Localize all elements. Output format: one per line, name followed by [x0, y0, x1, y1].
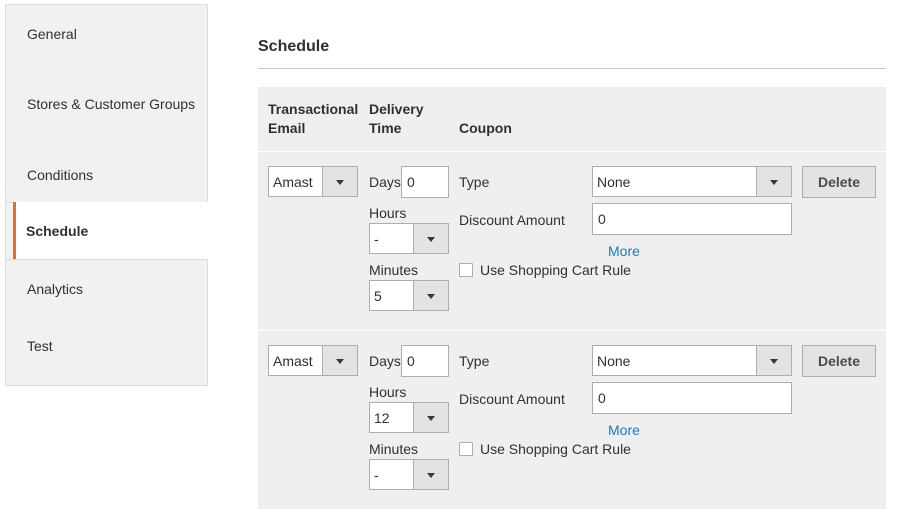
hours-label: Hours [369, 205, 407, 221]
select-value: 5 [374, 287, 382, 304]
table-row: Amast Days 0 Hours 12 Minutes - Type Non… [258, 331, 886, 509]
chevron-down-icon [413, 403, 448, 432]
input-value: 0 [598, 211, 606, 227]
sidebar-item-stores-customer-groups[interactable]: Stores & Customer Groups [6, 62, 207, 146]
sidebar-item-label: Test [27, 337, 53, 354]
sidebar-item-label: Analytics [27, 280, 84, 297]
minutes-label: Minutes [369, 441, 419, 457]
minutes-label: Minutes [369, 262, 419, 278]
chevron-down-icon [322, 346, 357, 375]
discount-amount-input[interactable]: 0 [592, 382, 792, 414]
hours-select[interactable]: - [369, 223, 449, 254]
page-title: Schedule [258, 38, 330, 55]
sidebar-item-label: General [27, 25, 77, 42]
sidebar-item-general[interactable]: General [6, 5, 207, 62]
select-value: Amast [273, 352, 313, 369]
days-label: Days [369, 353, 401, 369]
table-header: Transactional Email Delivery Time Coupon [258, 87, 886, 151]
select-value: None [597, 352, 631, 369]
sidebar-item-conditions[interactable]: Conditions [6, 146, 207, 203]
email-template-select[interactable]: Amast [268, 345, 358, 376]
discount-amount-label: Discount Amount [459, 391, 565, 407]
section-divider [258, 68, 886, 69]
sidebar-item-analytics[interactable]: Analytics [6, 260, 207, 317]
more-link[interactable]: More [608, 243, 640, 259]
chevron-down-icon [756, 346, 791, 375]
days-input[interactable]: 0 [401, 345, 449, 377]
sidebar-item-test[interactable]: Test [6, 317, 207, 374]
table-row: Amast Days 0 Hours - Minutes 5 Type None… [258, 152, 886, 330]
chevron-down-icon [413, 224, 448, 253]
email-template-select[interactable]: Amast [268, 166, 358, 197]
sidebar-item-label: Stores & Customer Groups [27, 96, 196, 112]
more-link[interactable]: More [608, 422, 640, 438]
select-value: 12 [374, 409, 390, 426]
select-value: None [597, 173, 631, 190]
sidebar-item-schedule[interactable]: Schedule [13, 202, 209, 259]
chevron-down-icon [413, 281, 448, 310]
cart-rule-label: Use Shopping Cart Rule [480, 441, 631, 457]
input-value: 0 [407, 353, 415, 369]
coupon-type-label: Type [459, 174, 490, 190]
minutes-select[interactable]: - [369, 459, 449, 490]
column-header-coupon: Coupon [459, 120, 512, 136]
cart-rule-label: Use Shopping Cart Rule [480, 262, 631, 278]
column-header-delivery: Delivery Time [369, 101, 424, 136]
coupon-type-select[interactable]: None [592, 345, 792, 376]
discount-amount-label: Discount Amount [459, 212, 565, 228]
chevron-down-icon [322, 167, 357, 196]
sidebar-nav: General Stores & Customer Groups Conditi… [5, 4, 208, 386]
delete-button[interactable]: Delete [802, 345, 876, 377]
column-header-email: Transactional Email [268, 101, 359, 136]
hours-select[interactable]: 12 [369, 402, 449, 433]
select-value: Amast [273, 173, 313, 190]
chevron-down-icon [413, 460, 448, 489]
days-input[interactable]: 0 [401, 166, 449, 198]
input-value: 0 [598, 390, 606, 406]
discount-amount-input[interactable]: 0 [592, 203, 792, 235]
hours-label: Hours [369, 384, 407, 400]
coupon-type-label: Type [459, 353, 490, 369]
cart-rule-checkbox[interactable] [459, 442, 473, 456]
select-value: - [374, 230, 379, 247]
sidebar-item-label: Conditions [27, 166, 94, 183]
minutes-select[interactable]: 5 [369, 280, 449, 311]
select-value: - [374, 466, 379, 483]
sidebar-item-label: Schedule [26, 222, 89, 239]
delete-button[interactable]: Delete [802, 166, 876, 198]
chevron-down-icon [756, 167, 791, 196]
cart-rule-checkbox[interactable] [459, 263, 473, 277]
coupon-type-select[interactable]: None [592, 166, 792, 197]
input-value: 0 [407, 174, 415, 190]
days-label: Days [369, 174, 401, 190]
